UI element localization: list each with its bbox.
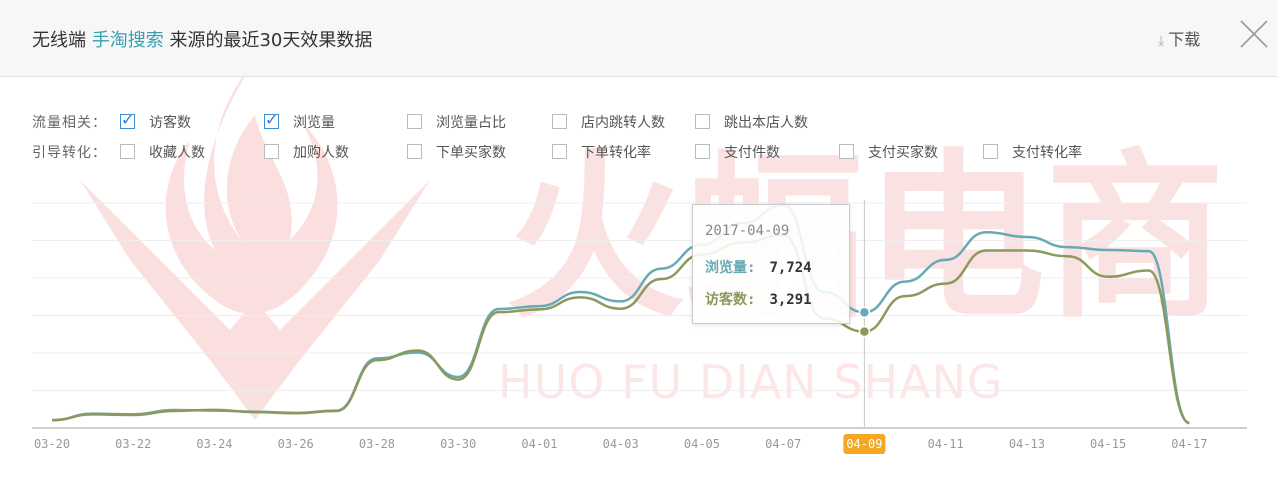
title-source: 手淘搜索: [91, 30, 164, 51]
data-point-pv: [858, 306, 871, 319]
download-icon: ⤓: [1158, 33, 1165, 49]
x-tick-label: 04-11: [928, 437, 964, 451]
checkbox-label: 支付件数: [724, 145, 780, 161]
checkbox-pv[interactable]: 浏览量: [264, 110, 335, 132]
trend-chart: 03-20 03-22 03-24 03-26 03-28 03-30 04-01 04-03…: [32, 200, 1247, 454]
dialog-header: 无线端 手淘搜索 来源的最近30天效果数据 ⤓ 下载: [0, 0, 1277, 77]
checkbox-box[interactable]: [839, 144, 854, 159]
download-button[interactable]: ⤓ 下载: [1158, 26, 1200, 50]
tooltip-pv-label: 浏览量:: [705, 260, 756, 276]
checkbox-box[interactable]: [264, 110, 279, 129]
checkbox-label: 浏览量: [293, 115, 335, 131]
traffic-label: 流量相关：: [32, 115, 107, 131]
checkbox-favorites[interactable]: 收藏人数: [120, 142, 205, 162]
x-tick-label: 03-26: [278, 437, 314, 451]
x-tick-label: 03-22: [115, 437, 151, 451]
checkbox-add-cart[interactable]: 加购人数: [264, 142, 349, 162]
tooltip-uv-value: 3,291: [769, 292, 812, 308]
checkbox-label: 支付买家数: [868, 145, 938, 161]
x-tick-label: 04-09: [846, 437, 882, 451]
checkbox-box[interactable]: [695, 114, 710, 129]
checkbox-box[interactable]: [264, 144, 279, 159]
checkbox-label: 下单转化率: [581, 145, 651, 161]
chart-tooltip: 2017-04-09 浏览量: 7,724 访客数: 3,291: [692, 204, 850, 324]
x-tick-label: 03-24: [196, 437, 232, 451]
tooltip-pv-row: 浏览量: 7,724: [705, 257, 812, 277]
checkbox-box[interactable]: [407, 114, 422, 129]
checkbox-label: 支付转化率: [1012, 145, 1082, 161]
checkbox-label: 浏览量占比: [436, 115, 506, 131]
tooltip-date: 2017-04-09: [705, 223, 790, 239]
checkbox-box[interactable]: [983, 144, 998, 159]
checkbox-label: 加购人数: [293, 145, 349, 161]
title-prefix: 无线端: [32, 30, 86, 51]
x-tick-label: 04-03: [603, 437, 639, 451]
checkbox-bounce[interactable]: 跳出本店人数: [695, 112, 808, 132]
checkbox-box[interactable]: [407, 144, 422, 159]
checkbox-pay-rate[interactable]: 支付转化率: [983, 142, 1082, 162]
x-tick-label: 03-20: [34, 437, 70, 451]
title-suffix: 来源的最近30天效果数据: [169, 30, 373, 51]
x-tick-label: 04-01: [521, 437, 557, 451]
checkbox-uv[interactable]: 访客数: [120, 110, 191, 132]
tooltip-pv-value: 7,724: [769, 260, 812, 276]
checkbox-label: 跳出本店人数: [724, 115, 808, 131]
checkbox-box[interactable]: [120, 110, 135, 129]
checkbox-label: 下单买家数: [436, 145, 506, 161]
checkbox-pv-share[interactable]: 浏览量占比: [407, 112, 506, 132]
checkbox-pay-items[interactable]: 支付件数: [695, 142, 780, 162]
x-tick-label: 04-07: [765, 437, 801, 451]
checkbox-in-store-jump[interactable]: 店内跳转人数: [552, 112, 665, 132]
guide-label: 引导转化：: [32, 145, 107, 161]
tooltip-uv-row: 访客数: 3,291: [705, 289, 812, 309]
checkbox-label: 访客数: [149, 115, 191, 131]
data-point-uv: [858, 325, 871, 338]
x-tick-label: 04-15: [1090, 437, 1126, 451]
x-tick-label: 04-17: [1171, 437, 1207, 451]
checkbox-order-rate[interactable]: 下单转化率: [552, 142, 651, 162]
checkbox-label: 店内跳转人数: [581, 115, 665, 131]
checkbox-box[interactable]: [552, 114, 567, 129]
x-tick-label: 03-30: [440, 437, 476, 451]
checkbox-label: 收藏人数: [149, 145, 205, 161]
tooltip-uv-label: 访客数:: [705, 292, 756, 308]
checkbox-box[interactable]: [695, 144, 710, 159]
close-icon[interactable]: [1238, 18, 1270, 50]
checkbox-box[interactable]: [120, 144, 135, 159]
x-tick-label: 03-28: [359, 437, 395, 451]
checkbox-pay-buyers[interactable]: 支付买家数: [839, 142, 938, 162]
checkbox-order-buyers[interactable]: 下单买家数: [407, 142, 506, 162]
download-label: 下载: [1168, 30, 1201, 49]
x-tick-label: 04-13: [1009, 437, 1045, 451]
dialog-title: 无线端 手淘搜索 来源的最近30天效果数据: [32, 26, 372, 52]
checkbox-box[interactable]: [552, 144, 567, 159]
x-tick-label: 04-05: [684, 437, 720, 451]
series-line-uv: [51, 233, 1190, 425]
